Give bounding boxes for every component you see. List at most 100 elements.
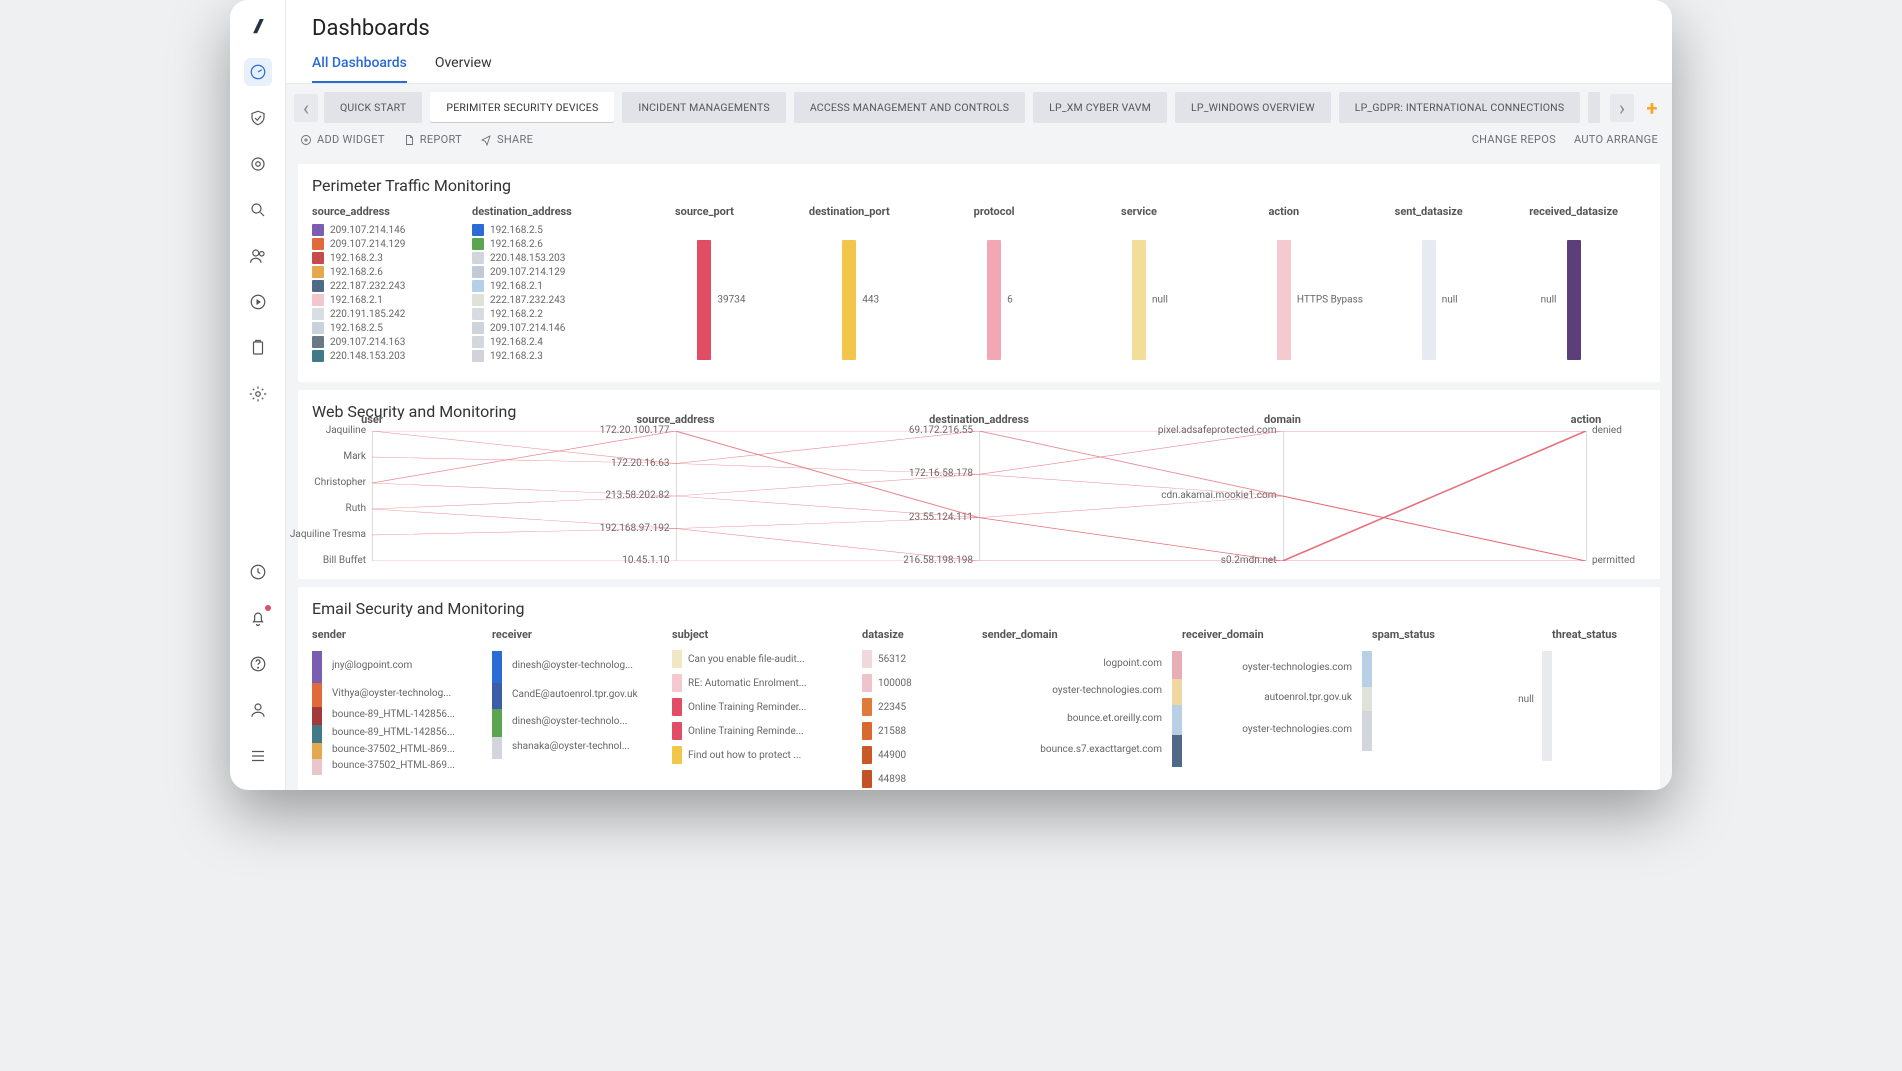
list-item[interactable]: 21588 (862, 721, 982, 741)
sender-bar[interactable] (312, 651, 322, 775)
list-item[interactable]: 192.168.2.6 (312, 266, 405, 278)
list-item[interactable]: 192.168.2.3 (472, 350, 565, 362)
list-item[interactable]: Online Training Reminder... (672, 697, 862, 717)
dash-tab-incident[interactable]: INCIDENT MANAGEMENTS (622, 92, 785, 123)
perimeter-chart: source_address 209.107.214.146209.107.21… (312, 205, 1646, 364)
list-item[interactable]: 192.168.2.3 (312, 252, 405, 264)
bar-segment[interactable] (1172, 735, 1182, 767)
bar-service[interactable]: null (1132, 240, 1146, 360)
bar-segment[interactable] (492, 683, 502, 709)
dash-tab-gdpr[interactable]: LP_GDPR: INTERNATIONAL CONNECTIONS (1339, 92, 1581, 123)
spam-bar[interactable] (1542, 651, 1552, 761)
bar-segment[interactable] (492, 651, 502, 683)
scroll-right-icon[interactable]: › (1610, 94, 1634, 122)
auto-arrange-button[interactable]: AUTO ARRANGE (1574, 133, 1658, 146)
list-item[interactable]: 220.148.153.203 (312, 350, 405, 362)
list-item[interactable]: 192.168.2.1 (472, 280, 565, 292)
list-item[interactable]: Find out how to protect ... (672, 745, 862, 765)
clipboard-icon[interactable] (244, 334, 272, 362)
add-dashboard-button[interactable]: + (1640, 96, 1664, 120)
list-item[interactable]: 209.107.214.129 (472, 266, 565, 278)
list-item[interactable]: RE: Automatic Enrolment... (672, 673, 862, 693)
list-item[interactable]: 100008 (862, 673, 982, 693)
color-swatch (312, 350, 324, 362)
color-swatch (862, 770, 872, 788)
bar-segment[interactable] (312, 759, 322, 775)
list-item[interactable]: 220.148.153.203 (472, 252, 565, 264)
dash-tab-windows[interactable]: LP_WINDOWS OVERVIEW (1175, 92, 1331, 123)
sender-domain-bar[interactable] (1172, 651, 1182, 767)
list-item[interactable]: 209.107.214.146 (312, 224, 405, 236)
dash-tab-perimeter[interactable]: PERIMITER SECURITY DEVICES (430, 92, 614, 123)
bar-segment[interactable] (1362, 651, 1372, 687)
gear-icon[interactable] (244, 380, 272, 408)
color-swatch (312, 252, 324, 264)
bar-segment[interactable] (1172, 651, 1182, 679)
list-item[interactable]: 22345 (862, 697, 982, 717)
bar-segment[interactable] (1172, 679, 1182, 705)
content-scroll[interactable]: Perimeter Traffic Monitoring source_addr… (286, 156, 1672, 790)
row-label: Online Training Reminder... (688, 702, 806, 713)
list-item[interactable]: 192.168.2.1 (312, 294, 405, 306)
bar-source-port[interactable]: 39734 (697, 240, 711, 360)
bar-segment[interactable] (312, 725, 322, 743)
play-icon[interactable] (244, 288, 272, 316)
receiver-domain-bar[interactable] (1362, 651, 1372, 751)
bar-dest-port[interactable]: 443 (842, 240, 856, 360)
dash-tab-xmcyber[interactable]: LP_XM CYBER VAVM (1033, 92, 1167, 123)
parallel-chart[interactable]: userJaquilineMarkChristopherRuthJaquilin… (372, 431, 1586, 561)
list-item[interactable]: 192.168.2.2 (472, 308, 565, 320)
list-item[interactable]: 192.168.2.6 (472, 238, 565, 250)
target-icon[interactable] (244, 150, 272, 178)
list-item[interactable]: 222.187.232.243 (312, 280, 405, 292)
tab-overview[interactable]: Overview (435, 55, 492, 83)
tab-all-dashboards[interactable]: All Dashboards (312, 55, 407, 83)
bar-segment[interactable] (492, 737, 502, 759)
share-button[interactable]: SHARE (480, 133, 533, 146)
list-item[interactable]: 192.168.2.5 (472, 224, 565, 236)
dashboard-icon[interactable] (244, 58, 272, 86)
color-swatch (312, 266, 324, 278)
clock-icon[interactable] (244, 558, 272, 586)
bell-icon[interactable] (244, 604, 272, 632)
add-widget-button[interactable]: ADD WIDGET (300, 133, 385, 146)
shield-icon[interactable] (244, 104, 272, 132)
bar-sent[interactable]: null (1422, 240, 1436, 360)
list-item[interactable]: 56312 (862, 649, 982, 669)
bar-recv[interactable]: null (1567, 240, 1581, 360)
list-item[interactable]: 44900 (862, 745, 982, 765)
bar-action[interactable]: HTTPS Bypass (1277, 240, 1291, 360)
change-repos-button[interactable]: CHANGE REPOS (1472, 133, 1556, 146)
list-item[interactable]: 209.107.214.146 (472, 322, 565, 334)
report-button[interactable]: REPORT (403, 133, 462, 146)
receiver-bar[interactable] (492, 651, 502, 759)
bar-segment[interactable] (492, 709, 502, 737)
dash-tab-quickstart[interactable]: QUICK START (324, 92, 422, 123)
list-item[interactable]: 222.187.232.243 (472, 294, 565, 306)
brand-logo[interactable]: // (244, 12, 272, 40)
help-icon[interactable] (244, 650, 272, 678)
dash-tab-agentx[interactable]: LP_AGENTX - SECURITY CONFIGURATION ASSES… (1588, 92, 1600, 123)
bar-segment[interactable] (312, 743, 322, 759)
users-icon[interactable] (244, 242, 272, 270)
dash-tab-access[interactable]: ACCESS MANAGEMENT AND CONTROLS (794, 92, 1025, 123)
list-item[interactable]: 192.168.2.4 (472, 336, 565, 348)
bar-segment[interactable] (312, 683, 322, 707)
list-item[interactable]: 209.107.214.163 (312, 336, 405, 348)
bar-segment[interactable] (1362, 687, 1372, 711)
list-item[interactable]: 192.168.2.5 (312, 322, 405, 334)
bar-segment[interactable] (1172, 705, 1182, 735)
bar-protocol[interactable]: 6 (987, 240, 1001, 360)
list-item[interactable]: Can you enable file-audit... (672, 649, 862, 669)
account-icon[interactable] (244, 696, 272, 724)
bar-segment[interactable] (1362, 711, 1372, 751)
list-item[interactable]: 44898 (862, 769, 982, 789)
list-icon[interactable] (244, 742, 272, 770)
list-item[interactable]: 220.191.185.242 (312, 308, 405, 320)
search-icon[interactable] (244, 196, 272, 224)
bar-segment[interactable] (312, 707, 322, 725)
bar-segment[interactable] (312, 651, 322, 683)
list-item[interactable]: Online Training Reminde... (672, 721, 862, 741)
list-item[interactable]: 209.107.214.129 (312, 238, 405, 250)
scroll-left-icon[interactable]: ‹ (294, 94, 318, 122)
